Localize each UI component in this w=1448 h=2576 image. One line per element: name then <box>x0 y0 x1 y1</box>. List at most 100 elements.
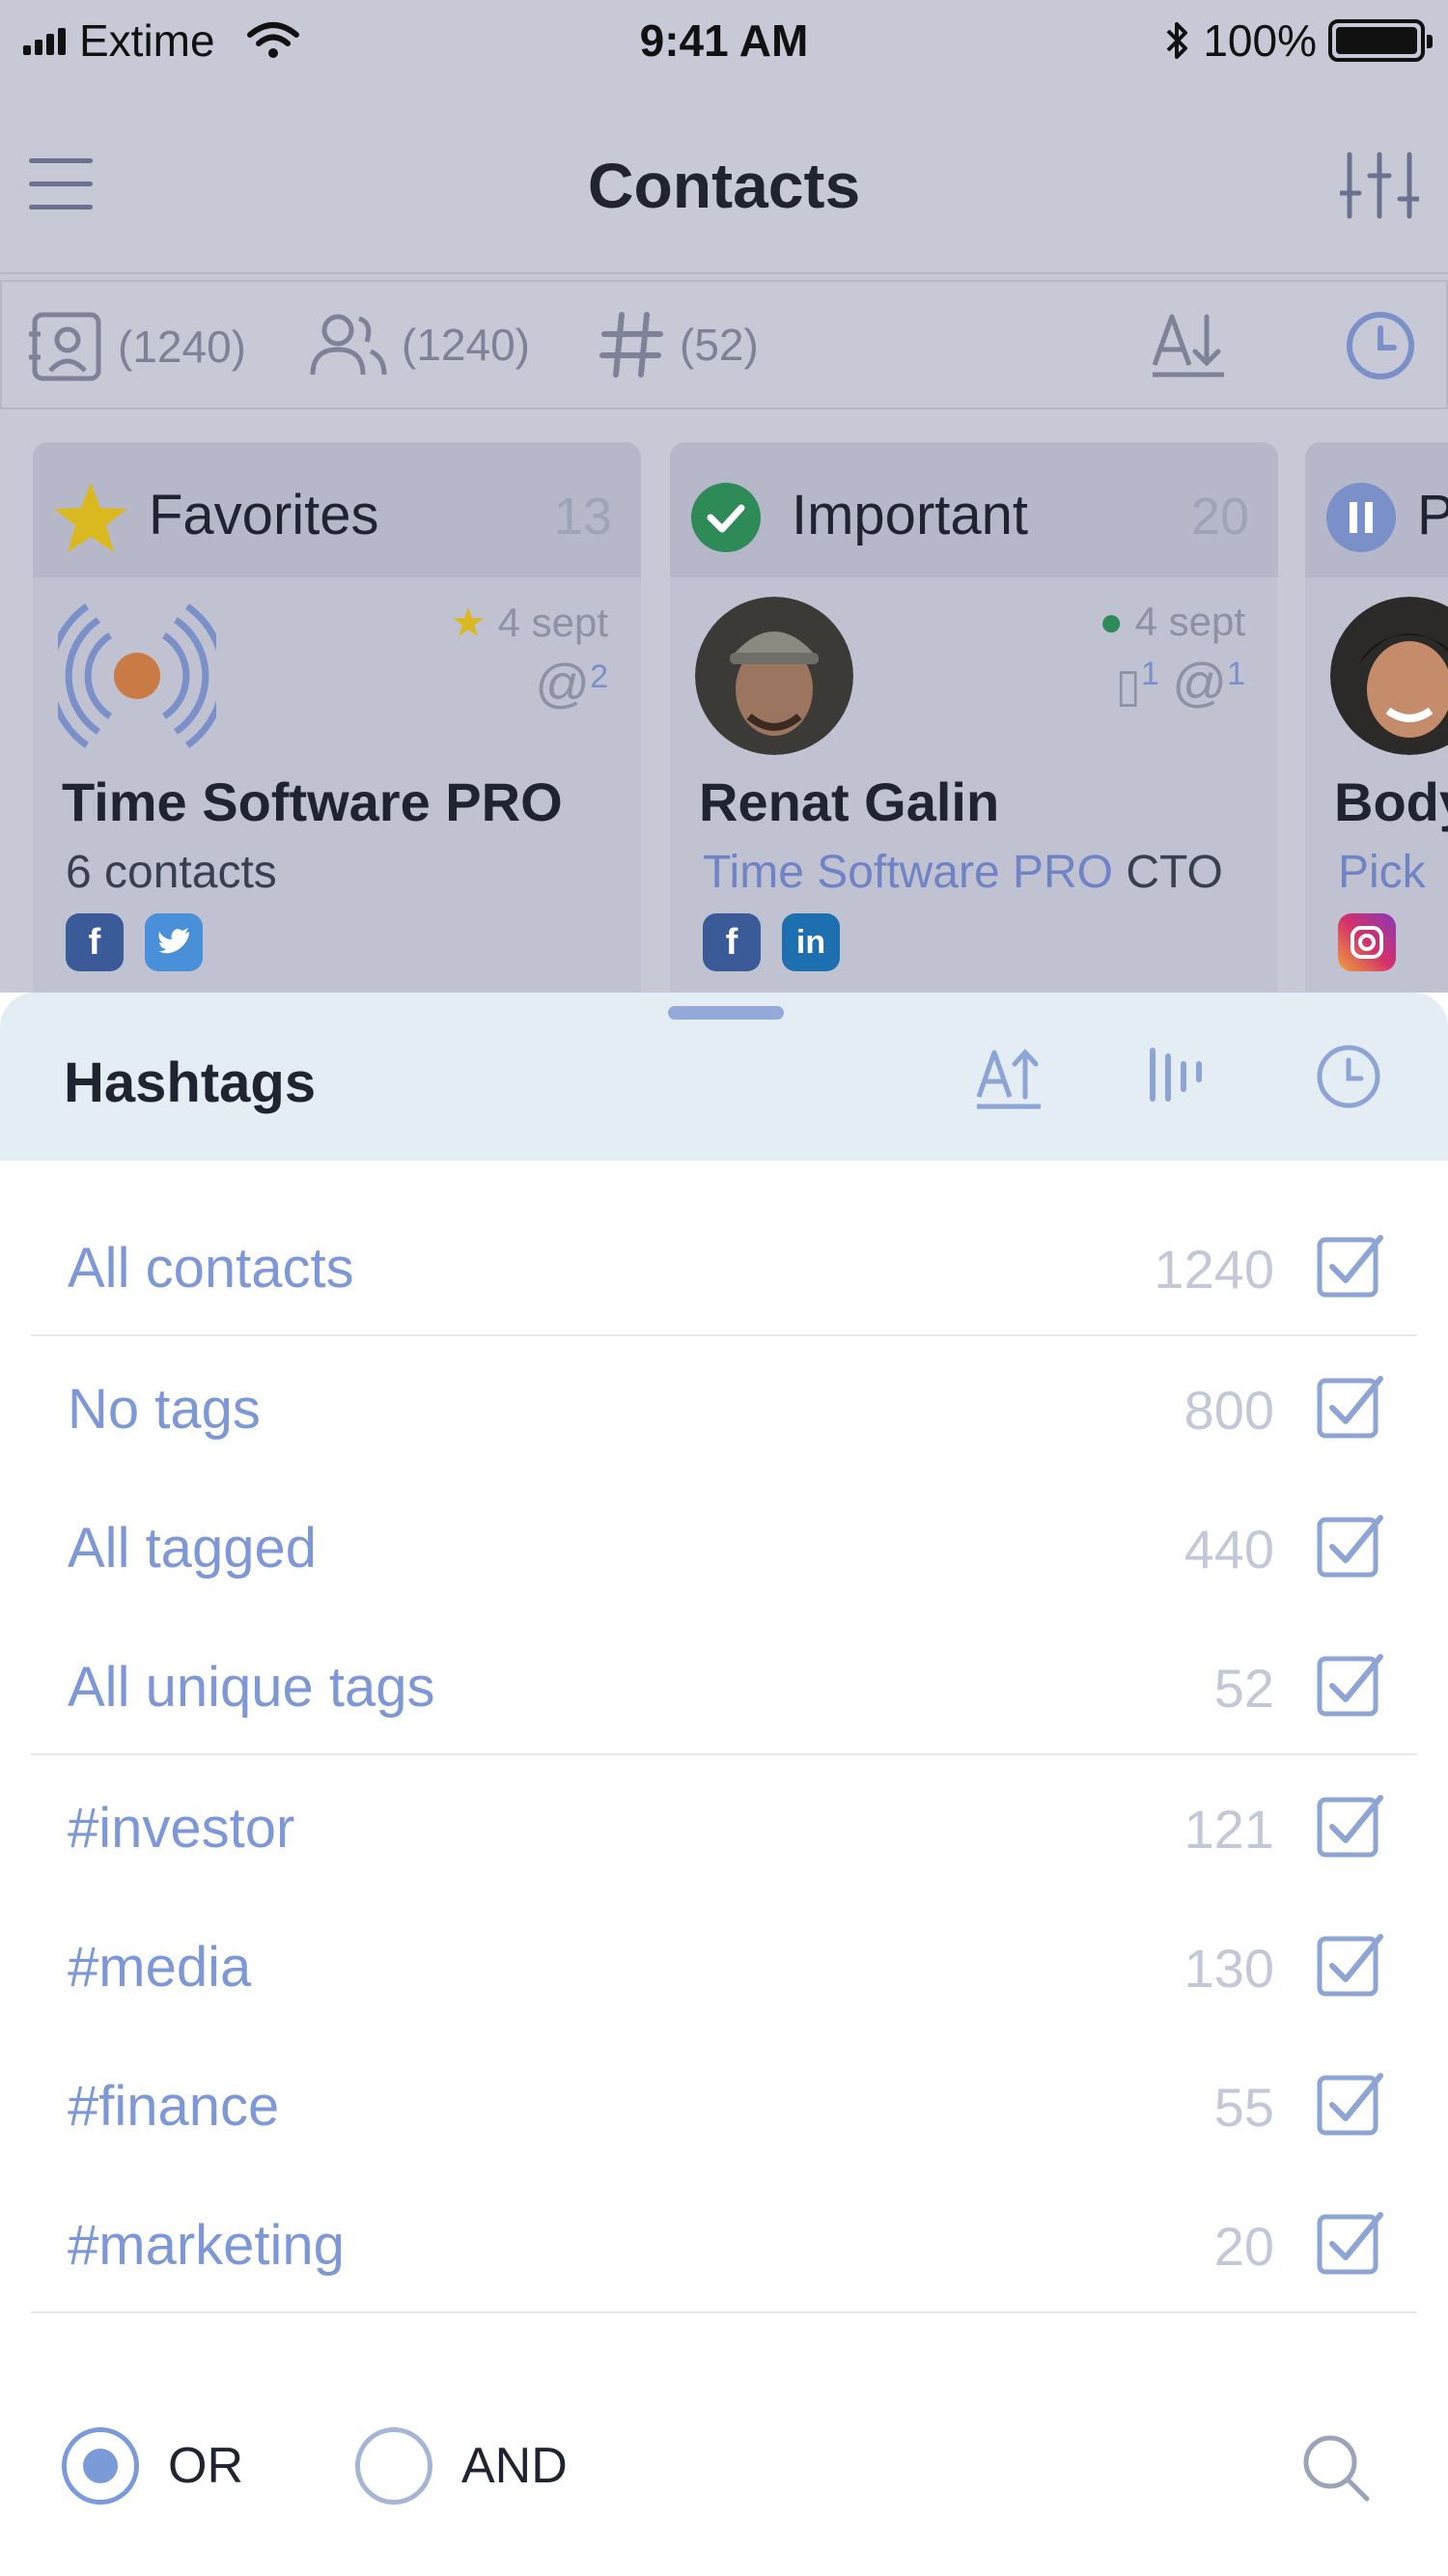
email-count: 2 <box>590 658 608 695</box>
drag-handle[interactable] <box>668 1006 784 1020</box>
battery-percent: 100% <box>1203 15 1317 66</box>
check-circle-icon <box>691 483 761 552</box>
star-icon <box>54 483 127 552</box>
checkbox-checked-icon[interactable] <box>1317 1512 1384 1578</box>
list-item[interactable]: #media 130 <box>31 1894 1417 2033</box>
status-bar: Extime 9:41 AM 100% <box>0 0 1448 81</box>
checkbox-checked-icon[interactable] <box>1317 1373 1384 1439</box>
checkbox-checked-icon[interactable] <box>1317 1792 1384 1858</box>
item-label: All unique tags <box>68 1656 435 1719</box>
favorites-group-card[interactable]: Favorites 13 ★ 4 sept @2 Time Software P… <box>33 442 641 993</box>
radio-unselected-icon <box>355 2427 432 2505</box>
checkbox-checked-icon[interactable] <box>1317 2209 1384 2275</box>
small-star-icon: ★ <box>450 600 487 645</box>
groups-stat[interactable]: (1240) <box>307 311 530 378</box>
checkbox-checked-icon[interactable] <box>1317 1232 1384 1298</box>
twitter-icon[interactable] <box>145 913 203 971</box>
sort-az-icon[interactable] <box>975 1045 1043 1110</box>
third-group-card[interactable]: P Body Pick <box>1305 442 1448 993</box>
item-count: 121 <box>1183 1799 1274 1860</box>
list-item[interactable]: #finance 55 <box>31 2033 1417 2172</box>
list-item[interactable]: #investor 121 <box>31 1755 1417 1894</box>
item-label: #investor <box>68 1797 295 1860</box>
linkedin-icon[interactable]: in <box>782 913 840 971</box>
hashtag-list: All contacts 1240 No tags 800 All tagged… <box>31 1195 1417 2313</box>
list-item[interactable]: All unique tags 52 <box>31 1614 1417 1753</box>
and-label: AND <box>461 2438 568 2494</box>
checkbox-checked-icon[interactable] <box>1317 2070 1384 2136</box>
clock-icon[interactable] <box>1344 309 1417 382</box>
item-count: 800 <box>1183 1380 1274 1441</box>
group-title: Important <box>792 484 1028 546</box>
list-item[interactable]: No tags 800 <box>31 1336 1417 1475</box>
item-count: 1240 <box>1154 1239 1274 1300</box>
item-count: 55 <box>1213 2077 1274 2138</box>
sheet-title: Hashtags <box>64 1051 317 1114</box>
company-link[interactable]: Pick <box>1338 847 1426 898</box>
list-item[interactable]: #marketing 20 <box>31 2172 1417 2311</box>
card-date: 4 sept <box>497 600 608 645</box>
tags-count: (52) <box>680 320 759 370</box>
sheet-header: Hashtags <box>0 993 1448 1161</box>
contacts-screen-dimmed: Extime 9:41 AM 100% Contacts (1240) (124… <box>0 0 1448 993</box>
company-link[interactable]: Time Software PRO <box>703 847 1113 898</box>
filter-sliders-icon[interactable] <box>1340 151 1419 220</box>
checkbox-checked-icon[interactable] <box>1317 1931 1384 1997</box>
card-date: 4 sept <box>1134 599 1245 644</box>
important-group-card[interactable]: Important 20 ● 4 sept ▯1 @1 Renat Galin … <box>670 442 1278 993</box>
radio-selected-icon <box>62 2427 139 2505</box>
groups-count: (1240) <box>402 320 530 370</box>
list-item[interactable]: All tagged 440 <box>31 1475 1417 1614</box>
search-icon[interactable] <box>1301 2433 1371 2503</box>
item-count: 20 <box>1213 2216 1274 2277</box>
role-text: CTO <box>1126 847 1223 898</box>
item-count: 130 <box>1183 1938 1274 1999</box>
facebook-icon[interactable]: f <box>703 913 761 971</box>
group-title: Favorites <box>149 484 379 546</box>
logic-mode-bar: OR AND <box>0 2364 1448 2557</box>
pause-circle-icon <box>1326 483 1396 552</box>
contacts-count: (1240) <box>118 322 246 372</box>
top-nav-bar: Contacts <box>0 81 1448 274</box>
card-subtitle: 6 contacts <box>66 847 277 898</box>
group-count: 20 <box>1190 488 1249 546</box>
group-title: P <box>1417 484 1448 546</box>
card-meta: ● 4 sept ▯1 @1 <box>1100 599 1245 714</box>
card-name: Renat Galin <box>699 771 1000 832</box>
email-count: 1 <box>1227 656 1245 692</box>
contacts-stat[interactable]: (1240) <box>27 311 246 382</box>
clock-icon[interactable] <box>1315 1043 1382 1110</box>
list-item[interactable]: All contacts 1240 <box>31 1195 1417 1334</box>
group-count: 13 <box>553 488 612 546</box>
company-logo-icon <box>58 603 216 748</box>
avatar <box>695 597 853 755</box>
sort-az-icon[interactable] <box>1151 309 1228 380</box>
avatar <box>1330 597 1448 755</box>
bluetooth-icon <box>1166 22 1188 59</box>
people-icon <box>310 314 387 376</box>
email-icon: @ <box>1172 652 1228 713</box>
phone-icon: ▯ <box>1115 660 1141 712</box>
stats-bar: (1240) (1240) (52) <box>0 280 1448 409</box>
hashtags-bottom-sheet: Hashtags All contacts 1240 No tags 800 A… <box>0 993 1448 2576</box>
facebook-icon[interactable]: f <box>66 913 124 971</box>
and-radio[interactable]: AND <box>355 2427 568 2505</box>
page-title: Contacts <box>587 150 861 221</box>
or-label: OR <box>168 2438 243 2494</box>
small-check-icon: ● <box>1099 599 1124 644</box>
item-label: #finance <box>68 2075 280 2138</box>
instagram-icon[interactable] <box>1338 913 1396 971</box>
bar-sort-icon[interactable] <box>1147 1045 1207 1103</box>
card-name: Time Software PRO <box>62 771 563 832</box>
or-radio[interactable]: OR <box>62 2427 243 2505</box>
item-label: #media <box>68 1936 252 1999</box>
item-label: All tagged <box>68 1517 317 1580</box>
item-count: 52 <box>1213 1658 1274 1719</box>
checkbox-checked-icon[interactable] <box>1317 1651 1384 1717</box>
item-label: All contacts <box>68 1237 354 1300</box>
phone-count: 1 <box>1140 656 1159 692</box>
card-meta: ★ 4 sept @2 <box>450 599 608 714</box>
contact-card-icon <box>29 312 101 381</box>
divider <box>31 2311 1417 2313</box>
tags-stat[interactable]: (52) <box>599 311 759 378</box>
